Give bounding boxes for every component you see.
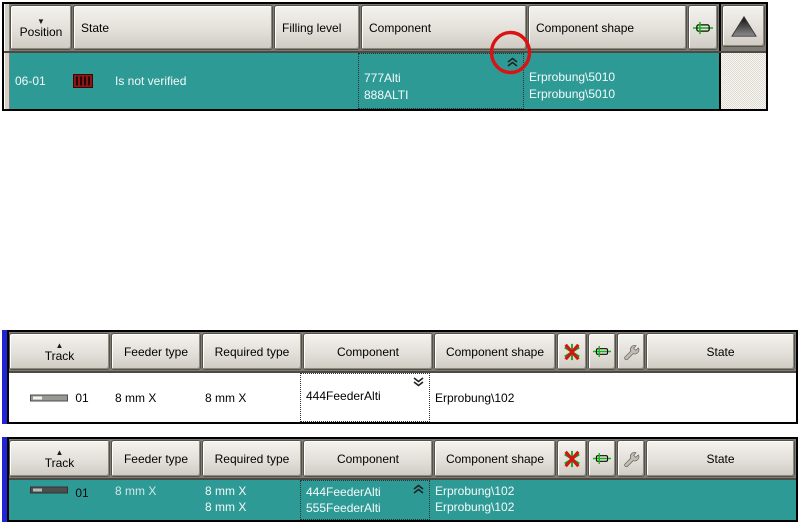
pickup-table-header: ▼ Position State Filling level Component… [4,4,766,53]
cell-state: Is not verified [72,53,272,109]
column-header-required-type[interactable]: Required type [202,440,302,477]
setup-button[interactable] [617,440,645,477]
cell-spacer [552,373,582,422]
cell-track: 01 [9,480,110,520]
cell-filling-level [272,53,358,109]
cell-component[interactable]: 444FeederAlti 555FeederAlti [300,480,430,520]
collapse-chevron-icon[interactable] [412,484,425,494]
cell-spacer [582,480,610,520]
scrollbar-top [719,4,766,51]
cell-spacer [552,480,582,520]
cell-component[interactable]: 444FeederAlti [300,373,430,422]
delete-feeder-icon [563,448,581,469]
delete-feeder-icon [563,341,581,362]
column-header-component-shape[interactable]: Component shape [434,440,556,477]
feeder-view-button[interactable] [588,333,616,370]
feeder-icon [593,452,611,465]
feeder-table-expanded-selected: ▲ Track Feeder type Required type Compon… [2,437,798,522]
column-header-component-shape[interactable]: Component shape [434,333,556,370]
cell-spacer [582,373,610,422]
feeder-table-header: ▲ Track Feeder type Required type Compon… [9,439,796,480]
feeder-table-row[interactable]: 01 8 mm X 8 mm X 444FeederAlti Erprobung… [9,373,796,422]
cell-required-type: 8 mm X [205,390,247,405]
shape-line: Erprobung\5010 [529,87,616,101]
cell-component[interactable]: 777Alti 888ALTI [358,53,524,109]
feeder-bar-icon [30,486,69,494]
feeder-icon [693,20,713,35]
column-header-component[interactable]: Component [361,5,527,50]
column-header-component[interactable]: Component [303,440,433,477]
feeder-table-collapsed: ▲ Track Feeder type Required type Compon… [2,330,798,424]
column-header-position[interactable]: ▼ Position [10,5,72,50]
column-header-filling-level[interactable]: Filling level [274,5,360,50]
cell-state [638,480,796,520]
feeder-view-button[interactable] [588,440,616,477]
column-header-required-type[interactable]: Required type [202,333,302,370]
delete-feeder-button[interactable] [557,440,587,477]
feeder-icon [593,345,611,358]
barcode-icon [73,74,93,88]
delete-feeder-button[interactable] [557,333,587,370]
column-header-track[interactable]: ▲ Track [9,440,110,477]
column-header-feeder-type[interactable]: Feeder type [111,440,201,477]
setup-button[interactable] [617,333,645,370]
column-header-state[interactable]: State [646,333,795,370]
state-label: Is not verified [115,74,187,88]
cell-state [638,373,796,422]
feeder-view-button[interactable] [688,5,718,50]
feeder-bar-icon [30,394,69,401]
cell-extra [683,53,713,109]
feeder-table-header: ▲ Track Feeder type Required type Compon… [9,332,796,373]
scroll-up-icon [730,15,757,37]
column-header-component[interactable]: Component [303,333,433,370]
wrench-icon [624,344,640,360]
cell-feeder-type: 8 mm X [115,390,157,405]
cell-position: 06-01 [15,74,46,88]
expand-chevron-icon[interactable] [412,377,425,387]
cell-component-shape: Erprobung\102 [435,390,515,405]
pickup-position-table: ▼ Position State Filling level Component… [2,2,768,111]
cell-feeder-type: 8 mm X [115,484,157,498]
column-header-component-shape[interactable]: Component shape [528,5,687,50]
cell-required-type: 8 mm X 8 mm X [205,484,247,514]
cell-spacer [610,373,638,422]
component-line: 888ALTI [364,88,409,102]
scrollbar-track[interactable] [719,53,766,109]
cell-track: 01 [9,373,110,422]
cell-component-shape: Erprobung\5010 Erprobung\5010 [524,53,683,109]
pickup-table-row-selected[interactable]: 06-01 Is not verified 777Alti 888ALTI Er… [10,53,719,109]
cell-spacer [610,480,638,520]
column-header-track[interactable]: ▲ Track [9,333,110,370]
feeder-table-row-selected[interactable]: 01 8 mm X 8 mm X 8 mm X 444FeederAlti 55… [9,480,796,520]
wrench-icon [624,451,640,467]
cell-component-shape: Erprobung\102 Erprobung\102 [435,484,515,514]
component-line: 777Alti [364,71,401,85]
scroll-up-button[interactable] [722,5,765,47]
column-header-state[interactable]: State [73,5,273,50]
collapse-chevron-icon[interactable] [506,57,519,67]
column-header-state[interactable]: State [646,440,795,477]
shape-line: Erprobung\5010 [529,70,616,84]
column-header-feeder-type[interactable]: Feeder type [111,333,201,370]
